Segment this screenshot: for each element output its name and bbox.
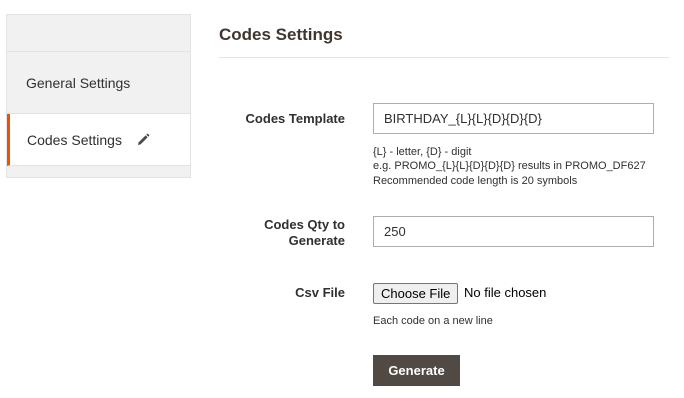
sidebar-item-label: Codes Settings	[27, 131, 122, 148]
title-divider	[219, 57, 669, 58]
codes-template-label: Codes Template	[245, 111, 345, 126]
settings-sidebar: General Settings Codes Settings	[6, 14, 191, 178]
page-title: Codes Settings	[219, 25, 343, 44]
sidebar-header	[7, 15, 190, 52]
file-status-text: No file chosen	[464, 285, 547, 300]
codes-template-input[interactable]	[373, 103, 654, 134]
sidebar-item-codes-settings[interactable]: Codes Settings	[7, 114, 190, 166]
codes-template-note-1: {L} - letter, {D} - digit	[373, 146, 472, 158]
codes-qty-label-line2: Generate	[288, 233, 345, 248]
csv-file-label: Csv File	[295, 285, 345, 300]
codes-qty-label: Codes Qty to Generate	[205, 217, 345, 249]
pencil-icon	[136, 133, 150, 147]
choose-file-button[interactable]: Choose File	[373, 283, 459, 304]
generate-button[interactable]: Generate	[373, 355, 460, 386]
codes-qty-input[interactable]	[373, 216, 654, 247]
sidebar-item-label: General Settings	[26, 74, 131, 91]
codes-template-note-2: e.g. PROMO_{L}{L}{D}{D}{D} results in PR…	[373, 160, 646, 172]
codes-template-note-3: Recommended code length is 20 symbols	[373, 175, 578, 187]
sidebar-item-general-settings[interactable]: General Settings	[7, 52, 190, 114]
codes-qty-label-line1: Codes Qty to	[264, 217, 345, 232]
csv-file-note: Each code on a new line	[373, 315, 493, 327]
